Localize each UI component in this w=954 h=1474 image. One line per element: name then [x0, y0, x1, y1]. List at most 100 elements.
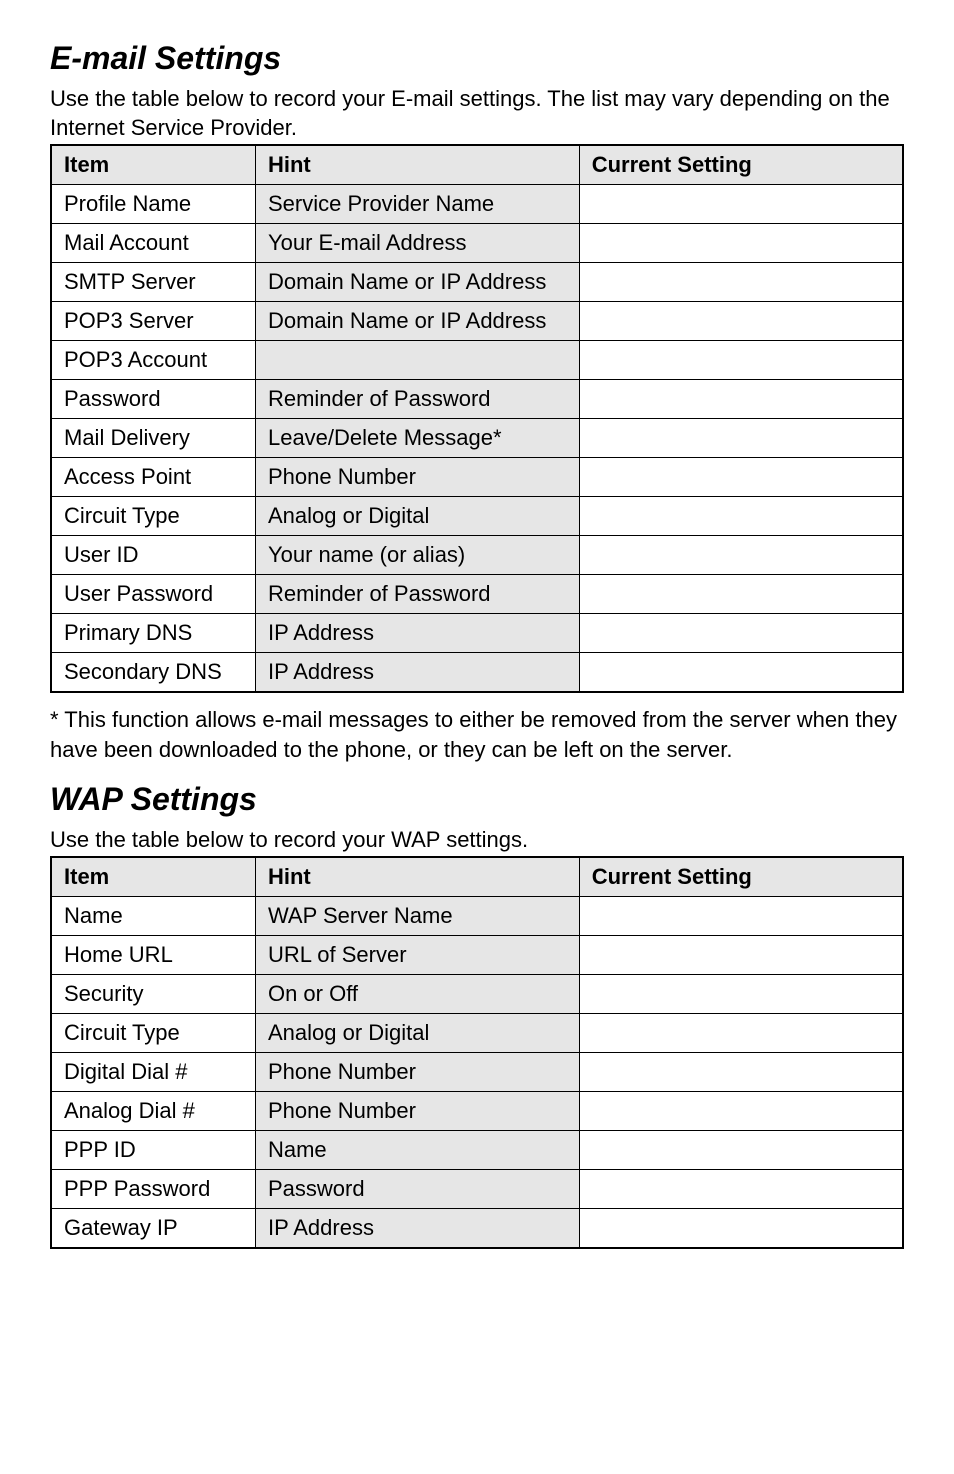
cell-hint: IP Address — [255, 653, 579, 693]
cell-setting[interactable] — [579, 936, 903, 975]
cell-item: Home URL — [51, 936, 255, 975]
table-row: SMTP ServerDomain Name or IP Address — [51, 263, 903, 302]
cell-setting[interactable] — [579, 1209, 903, 1249]
table-row: PPP IDName — [51, 1131, 903, 1170]
cell-setting[interactable] — [579, 536, 903, 575]
table-row: Mail DeliveryLeave/Delete Message* — [51, 419, 903, 458]
table-row: Home URLURL of Server — [51, 936, 903, 975]
cell-item: Mail Delivery — [51, 419, 255, 458]
cell-hint: Analog or Digital — [255, 1014, 579, 1053]
cell-item: Circuit Type — [51, 1014, 255, 1053]
cell-item: PPP ID — [51, 1131, 255, 1170]
table-row: NameWAP Server Name — [51, 897, 903, 936]
cell-item: SMTP Server — [51, 263, 255, 302]
cell-hint — [255, 341, 579, 380]
cell-item: Analog Dial # — [51, 1092, 255, 1131]
cell-setting[interactable] — [579, 302, 903, 341]
table-row: Digital Dial #Phone Number — [51, 1053, 903, 1092]
header-hint: Hint — [255, 857, 579, 897]
cell-setting[interactable] — [579, 1014, 903, 1053]
cell-setting[interactable] — [579, 458, 903, 497]
email-settings-intro: Use the table below to record your E-mai… — [50, 85, 904, 142]
cell-item: Secondary DNS — [51, 653, 255, 693]
cell-item: PPP Password — [51, 1170, 255, 1209]
cell-item: Digital Dial # — [51, 1053, 255, 1092]
table-header-row: Item Hint Current Setting — [51, 857, 903, 897]
cell-item: User Password — [51, 575, 255, 614]
table-row: POP3 Account — [51, 341, 903, 380]
cell-hint: WAP Server Name — [255, 897, 579, 936]
email-settings-table: Item Hint Current Setting Profile NameSe… — [50, 144, 904, 693]
cell-hint: Service Provider Name — [255, 185, 579, 224]
cell-item: Mail Account — [51, 224, 255, 263]
cell-hint: Phone Number — [255, 458, 579, 497]
table-row: POP3 ServerDomain Name or IP Address — [51, 302, 903, 341]
cell-item: User ID — [51, 536, 255, 575]
header-hint: Hint — [255, 145, 579, 185]
header-setting: Current Setting — [579, 145, 903, 185]
cell-setting[interactable] — [579, 575, 903, 614]
cell-hint: Password — [255, 1170, 579, 1209]
header-item: Item — [51, 857, 255, 897]
cell-hint: IP Address — [255, 614, 579, 653]
cell-setting[interactable] — [579, 419, 903, 458]
table-row: SecurityOn or Off — [51, 975, 903, 1014]
cell-hint: Analog or Digital — [255, 497, 579, 536]
cell-setting[interactable] — [579, 897, 903, 936]
cell-hint: Domain Name or IP Address — [255, 302, 579, 341]
cell-setting[interactable] — [579, 224, 903, 263]
email-footnote: * This function allows e-mail messages t… — [50, 705, 904, 764]
table-row: Secondary DNSIP Address — [51, 653, 903, 693]
cell-setting[interactable] — [579, 380, 903, 419]
header-item: Item — [51, 145, 255, 185]
wap-settings-intro: Use the table below to record your WAP s… — [50, 826, 904, 855]
cell-setting[interactable] — [579, 341, 903, 380]
table-row: Analog Dial #Phone Number — [51, 1092, 903, 1131]
table-row: Access PointPhone Number — [51, 458, 903, 497]
cell-setting[interactable] — [579, 1170, 903, 1209]
cell-item: Primary DNS — [51, 614, 255, 653]
wap-settings-table: Item Hint Current Setting NameWAP Server… — [50, 856, 904, 1249]
cell-item: Password — [51, 380, 255, 419]
cell-hint: Domain Name or IP Address — [255, 263, 579, 302]
cell-item: Gateway IP — [51, 1209, 255, 1249]
cell-hint: Reminder of Password — [255, 380, 579, 419]
cell-hint: Phone Number — [255, 1053, 579, 1092]
cell-hint: On or Off — [255, 975, 579, 1014]
table-header-row: Item Hint Current Setting — [51, 145, 903, 185]
table-row: PasswordReminder of Password — [51, 380, 903, 419]
cell-setting[interactable] — [579, 1131, 903, 1170]
cell-setting[interactable] — [579, 975, 903, 1014]
cell-item: Access Point — [51, 458, 255, 497]
cell-hint: Your name (or alias) — [255, 536, 579, 575]
cell-item: Circuit Type — [51, 497, 255, 536]
table-row: PPP PasswordPassword — [51, 1170, 903, 1209]
table-row: User PasswordReminder of Password — [51, 575, 903, 614]
table-row: Mail AccountYour E-mail Address — [51, 224, 903, 263]
cell-item: Name — [51, 897, 255, 936]
table-row: Circuit TypeAnalog or Digital — [51, 1014, 903, 1053]
table-row: Profile NameService Provider Name — [51, 185, 903, 224]
cell-hint: Name — [255, 1131, 579, 1170]
header-setting: Current Setting — [579, 857, 903, 897]
email-settings-heading: E-mail Settings — [50, 40, 904, 77]
cell-setting[interactable] — [579, 614, 903, 653]
cell-hint: IP Address — [255, 1209, 579, 1249]
table-row: Primary DNSIP Address — [51, 614, 903, 653]
cell-hint: Your E-mail Address — [255, 224, 579, 263]
cell-item: Security — [51, 975, 255, 1014]
cell-hint: Reminder of Password — [255, 575, 579, 614]
cell-item: POP3 Server — [51, 302, 255, 341]
cell-hint: Phone Number — [255, 1092, 579, 1131]
cell-setting[interactable] — [579, 1092, 903, 1131]
cell-setting[interactable] — [579, 263, 903, 302]
wap-settings-heading: WAP Settings — [50, 781, 904, 818]
cell-setting[interactable] — [579, 1053, 903, 1092]
table-row: User IDYour name (or alias) — [51, 536, 903, 575]
table-row: Gateway IPIP Address — [51, 1209, 903, 1249]
table-row: Circuit TypeAnalog or Digital — [51, 497, 903, 536]
cell-setting[interactable] — [579, 653, 903, 693]
cell-item: POP3 Account — [51, 341, 255, 380]
cell-setting[interactable] — [579, 497, 903, 536]
cell-setting[interactable] — [579, 185, 903, 224]
